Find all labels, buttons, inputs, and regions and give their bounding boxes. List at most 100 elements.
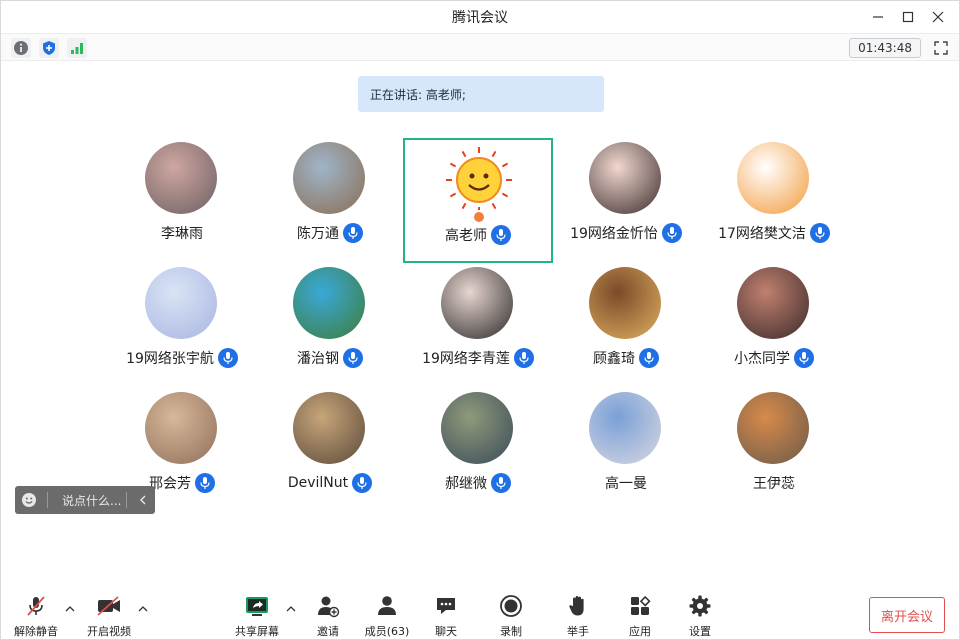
participant-name: 郝继微 <box>445 476 487 492</box>
record-icon <box>500 595 522 617</box>
avatar <box>737 392 809 464</box>
avatar <box>441 392 513 464</box>
quick-chat-bar[interactable]: 说点什么... <box>15 486 155 514</box>
participant-tile[interactable]: 高一曼 <box>551 388 701 513</box>
share-screen-label: 共享屏幕 <box>235 625 279 638</box>
avatar <box>293 142 365 214</box>
title-bar: 腾讯会议 <box>1 1 959 33</box>
participant-tile[interactable]: DevilNut <box>255 388 405 513</box>
signal-icon <box>71 43 83 54</box>
divider <box>126 492 127 508</box>
mic-icon <box>217 348 238 368</box>
participant-tile[interactable]: 高老师 <box>403 138 553 263</box>
avatar <box>737 267 809 339</box>
start-video-button[interactable]: 开启视频 <box>81 589 137 639</box>
security-button[interactable] <box>39 38 59 58</box>
participant-tile[interactable]: 顾鑫琦 <box>551 263 701 388</box>
record-label: 录制 <box>500 625 522 638</box>
fullscreen-icon <box>934 41 948 55</box>
participant-name-row: 17网络樊文洁 <box>699 223 849 243</box>
participant-tile[interactable]: 小杰同学 <box>699 263 849 388</box>
avatar <box>589 392 661 464</box>
minimize-button[interactable] <box>863 2 893 32</box>
settings-button[interactable]: 设置 <box>672 589 728 639</box>
sun-avatar-icon <box>443 144 515 216</box>
members-label: 成员(63) <box>364 625 410 638</box>
fullscreen-button[interactable] <box>931 38 951 58</box>
share-options-button[interactable] <box>285 603 297 615</box>
participant-name-row: 小杰同学 <box>699 348 849 368</box>
avatar <box>145 267 217 339</box>
avatar <box>589 142 661 214</box>
collapse-chat-button[interactable] <box>131 494 155 506</box>
participant-tile[interactable]: 王伊蕊 <box>699 388 849 513</box>
divider <box>47 492 48 508</box>
chat-button[interactable]: 聊天 <box>418 589 474 639</box>
info-icon <box>14 41 28 55</box>
participant-name-row: 顾鑫琦 <box>551 348 701 368</box>
mic-icon <box>343 348 363 368</box>
close-button[interactable] <box>923 2 953 32</box>
invite-label: 邀请 <box>317 625 339 638</box>
video-options-button[interactable] <box>137 603 149 615</box>
unmute-button[interactable]: 解除静音 <box>8 589 64 639</box>
participant-name: 李琳雨 <box>161 226 203 242</box>
participant-tile[interactable]: 潘治钢 <box>255 263 405 388</box>
mic-icon <box>491 225 511 245</box>
host-badge-icon <box>472 210 486 224</box>
avatar <box>145 142 217 214</box>
participant-name-row: 李琳雨 <box>107 223 257 243</box>
avatar <box>145 392 217 464</box>
participant-name-row: 高一曼 <box>551 473 701 493</box>
participant-tile[interactable]: 19网络李青莲 <box>403 263 553 388</box>
window-title: 腾讯会议 <box>452 10 508 26</box>
chat-placeholder[interactable]: 说点什么... <box>52 492 122 509</box>
add-user-icon <box>318 596 340 618</box>
participant-name: 邢会芳 <box>149 476 191 492</box>
mic-icon <box>195 473 215 493</box>
shield-icon <box>43 41 55 55</box>
avatar <box>293 392 365 464</box>
participant-name-row: DevilNut <box>255 473 405 493</box>
mic-icon <box>491 473 511 493</box>
mic-muted-icon <box>27 596 45 616</box>
avatar <box>293 267 365 339</box>
maximize-button[interactable] <box>893 2 923 32</box>
window-controls <box>863 1 953 33</box>
participant-name-row: 高老师 <box>405 225 551 245</box>
mic-icon <box>809 223 830 243</box>
participant-tile[interactable]: 李琳雨 <box>107 138 257 263</box>
raise-hand-label: 举手 <box>567 625 589 638</box>
gear-icon <box>689 595 711 617</box>
participant-tile[interactable]: 17网络樊文洁 <box>699 138 849 263</box>
participant-name: 高老师 <box>445 228 487 244</box>
meeting-info-button[interactable] <box>11 38 31 58</box>
apps-button[interactable]: 应用 <box>612 589 668 639</box>
mic-icon <box>794 348 814 368</box>
participant-name: 潘治钢 <box>297 351 339 367</box>
participant-tile[interactable]: 郝继微 <box>403 388 553 513</box>
leave-meeting-button[interactable]: 离开会议 <box>869 597 945 633</box>
participant-name: 王伊蕊 <box>753 476 795 492</box>
mic-icon <box>661 223 682 243</box>
members-button[interactable]: 成员(63) <box>359 589 415 639</box>
mic-icon <box>352 473 373 493</box>
avatar <box>441 267 513 339</box>
participant-name-row: 郝继微 <box>403 473 553 493</box>
invite-button[interactable]: 邀请 <box>300 589 356 639</box>
info-bar: 01:43:48 <box>1 33 959 61</box>
close-icon <box>932 11 944 23</box>
participant-tile[interactable]: 陈万通 <box>255 138 405 263</box>
raise-hand-button[interactable]: 举手 <box>550 589 606 639</box>
participant-name: 陈万通 <box>297 226 339 242</box>
emoji-button[interactable] <box>15 486 43 514</box>
participant-name: 19网络李青莲 <box>422 351 510 367</box>
chat-label: 聊天 <box>435 625 457 638</box>
audio-options-button[interactable] <box>64 603 76 615</box>
record-button[interactable]: 录制 <box>483 589 539 639</box>
participant-tile[interactable]: 19网络金忻怡 <box>551 138 701 263</box>
share-screen-button[interactable]: 共享屏幕 <box>229 589 285 639</box>
network-status-button[interactable] <box>67 38 87 58</box>
participant-tile[interactable]: 19网络张宇航 <box>107 263 257 388</box>
settings-label: 设置 <box>689 625 711 638</box>
